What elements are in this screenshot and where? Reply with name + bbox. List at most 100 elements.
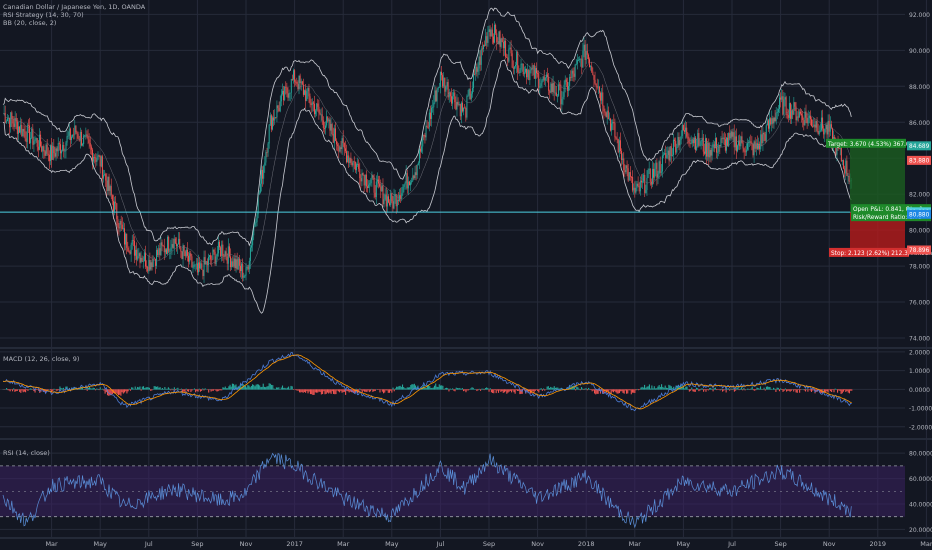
macd-hist-bar xyxy=(623,389,625,394)
candle-body xyxy=(786,113,788,116)
candle-body xyxy=(519,69,521,73)
candle-body xyxy=(656,162,658,178)
candle-body xyxy=(560,84,562,105)
rsi-y-tick-label: 40.0000 xyxy=(909,501,932,508)
candle-body xyxy=(775,112,777,121)
price-y-tick-label: 88.000 xyxy=(909,84,930,91)
x-tick-label: Jul xyxy=(727,540,736,548)
macd-hist-bar xyxy=(296,389,298,391)
candle-body xyxy=(444,77,446,92)
macd-hist-bar xyxy=(398,386,400,390)
candle-body xyxy=(734,136,736,148)
macd-hist-bar xyxy=(132,387,134,390)
candle-body xyxy=(120,220,122,225)
candle-body xyxy=(111,195,113,202)
macd-hist-bar xyxy=(222,387,224,390)
macd-hist-bar xyxy=(757,388,759,390)
macd-hist-bar xyxy=(280,387,282,390)
candle-body xyxy=(559,84,561,86)
macd-hist-bar xyxy=(456,388,459,390)
macd-hist-bar xyxy=(197,389,199,392)
candle-body xyxy=(592,71,594,76)
candle-body xyxy=(527,70,529,78)
candle-body xyxy=(699,145,701,147)
candle-body xyxy=(506,57,508,58)
candle-body xyxy=(433,102,435,108)
macd-hist-bar xyxy=(122,389,124,394)
macd-hist-bar xyxy=(92,387,94,390)
candle-body xyxy=(131,240,133,245)
candle-body xyxy=(743,148,745,152)
macd-hist-bar xyxy=(466,389,468,391)
macd-hist-bar xyxy=(608,389,610,394)
macd-hist-bar xyxy=(752,389,754,391)
candle-body xyxy=(513,66,515,69)
macd-hist-bar xyxy=(550,386,552,390)
candle-body xyxy=(501,38,503,42)
macd-hist-bar xyxy=(640,387,642,390)
macd-hist-bar xyxy=(409,387,411,390)
x-tick-label: May xyxy=(677,540,691,548)
candle-body xyxy=(516,51,518,66)
macd-hist-bar xyxy=(748,388,750,390)
candle-body xyxy=(412,175,414,181)
position-profit-zone xyxy=(850,145,905,213)
macd-hist-bar xyxy=(283,387,285,390)
candle-body xyxy=(346,151,348,163)
macd-hist-bar xyxy=(430,387,432,390)
candle-body xyxy=(371,174,373,180)
macd-hist-bar xyxy=(503,389,506,393)
candle-body xyxy=(495,24,497,34)
candle-body xyxy=(86,134,88,137)
candle-body xyxy=(668,150,670,161)
x-tick-label: Mar xyxy=(337,540,350,548)
candle-body xyxy=(423,134,425,136)
macd-hist-bar xyxy=(330,389,332,394)
chart-canvas[interactable]: Mar May Jul Sep Nov 2017 Mar May Jul Sep Nov 2018 Ma… xyxy=(0,0,932,550)
macd-hist-bar xyxy=(647,386,649,390)
candle-body xyxy=(724,139,726,151)
candle-body xyxy=(681,124,683,136)
candle-body xyxy=(669,146,671,161)
macd-hist-bar xyxy=(777,387,779,390)
macd-hist-bar xyxy=(21,389,23,391)
macd-hist-bar xyxy=(186,389,188,392)
candle-body xyxy=(463,107,465,112)
macd-hist-bar xyxy=(607,389,609,392)
macd-hist-bar xyxy=(166,388,168,390)
macd-hist-bar xyxy=(661,384,663,390)
macd-hist-bar xyxy=(686,386,688,390)
macd-hist-bar xyxy=(472,387,474,390)
macd-hist-bar xyxy=(828,389,830,390)
candle-body xyxy=(316,103,318,111)
macd-hist-bar xyxy=(227,388,229,390)
candle-body xyxy=(158,248,160,255)
macd-label: MACD (12, 26, close, 9) xyxy=(3,355,80,363)
candle-body xyxy=(191,256,193,268)
candle-body xyxy=(305,90,307,101)
candle-body xyxy=(34,139,36,142)
candle-body xyxy=(580,58,582,60)
macd-hist-bar xyxy=(290,385,292,390)
candle-body xyxy=(329,119,331,131)
macd-hist-bar xyxy=(381,389,383,392)
candle-body xyxy=(502,41,504,49)
candle-body xyxy=(23,128,25,132)
candle-body xyxy=(88,139,90,144)
candle-body xyxy=(431,107,433,119)
macd-hist-bar xyxy=(690,389,692,391)
candle-body xyxy=(263,165,265,179)
macd-hist-bar xyxy=(317,389,319,393)
candle-body xyxy=(91,149,93,162)
macd-hist-bar xyxy=(742,389,744,391)
candle-body xyxy=(327,116,329,122)
macd-hist-bar xyxy=(444,388,446,390)
macd-hist-bar xyxy=(729,389,731,391)
candle-body xyxy=(776,112,778,113)
macd-hist-bar xyxy=(475,389,477,390)
rsi-y-tick-label: 80.0000 xyxy=(909,451,932,458)
candle-body xyxy=(608,118,610,120)
candle-body xyxy=(676,146,678,153)
macd-hist-bar xyxy=(794,389,796,391)
macd-hist-bar xyxy=(305,389,307,393)
